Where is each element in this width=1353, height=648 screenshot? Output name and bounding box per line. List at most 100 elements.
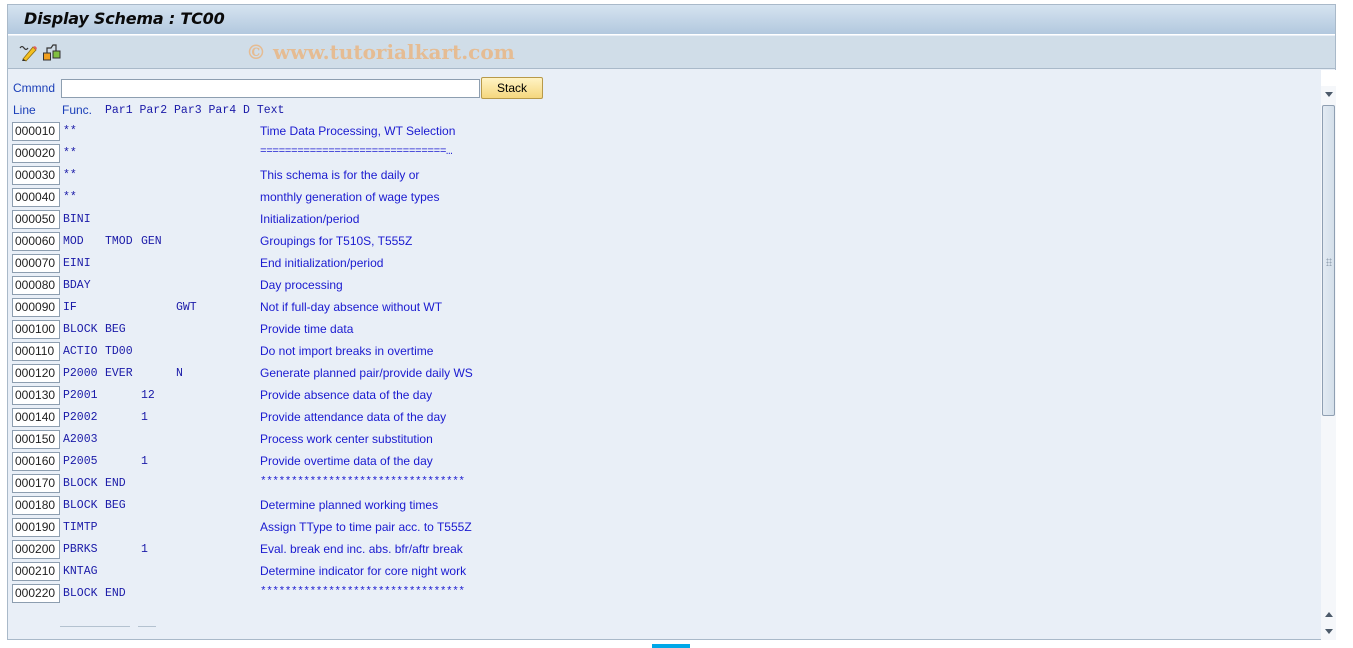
header-line: Line — [13, 103, 36, 117]
table-row: 000210 KNTAG Determine indicator for core … — [8, 561, 1320, 583]
scrollbar-corner — [1321, 70, 1336, 86]
scroll-down-button-top[interactable] — [1321, 87, 1336, 102]
table-row: 000060 MOD TMOD GEN Groupings for T510S, T55… — [8, 231, 1320, 253]
chevron-down-icon — [1324, 629, 1333, 634]
text-cell: Not if full-day absence without WT — [260, 300, 443, 314]
scroll-up-button[interactable] — [1321, 607, 1336, 622]
func-cell: IF — [63, 301, 77, 314]
par2-cell: 1 — [141, 411, 148, 424]
par3-cell: N — [176, 367, 183, 380]
line-number[interactable]: 000080 — [12, 276, 60, 295]
par1-cell: BEG — [105, 499, 126, 512]
stack-button[interactable]: Stack — [481, 77, 543, 99]
command-input[interactable] — [61, 79, 480, 98]
line-number[interactable]: 000060 — [12, 232, 60, 251]
bottom-accent — [652, 644, 690, 648]
func-cell: BLOCK — [63, 477, 98, 490]
text-cell: Day processing — [260, 278, 343, 292]
line-number[interactable]: 000150 — [12, 430, 60, 449]
func-cell: P2000 — [63, 367, 98, 380]
func-cell: BINI — [63, 213, 91, 226]
application-toolbar: © www.tutorialkart.com — [8, 36, 1335, 69]
scrollbar-thumb[interactable] — [1322, 105, 1335, 416]
scroll-down-button[interactable] — [1321, 624, 1336, 639]
display-change-icon[interactable] — [18, 42, 38, 62]
line-number[interactable]: 000010 — [12, 122, 60, 141]
func-cell: P2001 — [63, 389, 98, 402]
text-cell: Do not import breaks in overtime — [260, 344, 434, 358]
func-cell: ** — [63, 169, 77, 182]
line-number[interactable]: 000070 — [12, 254, 60, 273]
text-cell: Determine planned working times — [260, 498, 439, 512]
table-row: 000040 ** monthly generation of wage types — [8, 187, 1320, 209]
page-title: Display Schema : TC00 — [24, 9, 225, 28]
line-number[interactable]: 000090 — [12, 298, 60, 317]
table-row: 000200 PBRKS 1 Eval. break end inc. abs. bf… — [8, 539, 1320, 561]
func-cell: A2003 — [63, 433, 98, 446]
line-number[interactable]: 000120 — [12, 364, 60, 383]
table-row: 000110 ACTIO TD00 Do not import breaks in o… — [8, 341, 1320, 363]
func-cell: BLOCK — [63, 587, 98, 600]
text-cell: ********************************* — [260, 586, 465, 598]
func-cell: KNTAG — [63, 565, 98, 578]
par2-cell: 1 — [141, 455, 148, 468]
line-number[interactable]: 000100 — [12, 320, 60, 339]
line-number[interactable]: 000050 — [12, 210, 60, 229]
line-number[interactable]: 000040 — [12, 188, 60, 207]
table-row: 000160 P2005 1 Provide overtime data of the… — [8, 451, 1320, 473]
line-number[interactable]: 000140 — [12, 408, 60, 427]
table-row: 000070 EINI End initialization/period — [8, 253, 1320, 275]
par2-cell: 1 — [141, 543, 148, 556]
func-cell: ** — [63, 125, 77, 138]
func-cell: EINI — [63, 257, 91, 270]
par3-cell: GWT — [176, 301, 197, 314]
header-func: Func. — [62, 103, 93, 117]
table-row: 000080 BDAY Day processing — [8, 275, 1320, 297]
par2-cell: GEN — [141, 235, 162, 248]
vertical-scrollbar[interactable] — [1321, 70, 1336, 640]
table-row: 000140 P2002 1 Provide attendance data of t… — [8, 407, 1320, 429]
line-number[interactable]: 000220 — [12, 584, 60, 603]
line-number[interactable]: 000030 — [12, 166, 60, 185]
grip-icon — [1326, 258, 1332, 266]
par1-cell: BEG — [105, 323, 126, 336]
line-number[interactable]: 000020 — [12, 144, 60, 163]
table-row: 000150 A2003 Process work center substitut… — [8, 429, 1320, 451]
func-cell: P2002 — [63, 411, 98, 424]
line-number[interactable]: 000210 — [12, 562, 60, 581]
line-number[interactable]: 000170 — [12, 474, 60, 493]
func-cell: TIMTP — [63, 521, 98, 534]
chevron-down-icon — [1324, 92, 1333, 97]
line-number[interactable]: 000180 — [12, 496, 60, 515]
table-row: 000050 BINI Initialization/period — [8, 209, 1320, 231]
text-cell: Determine indicator for core night work — [260, 564, 467, 578]
text-cell: monthly generation of wage types — [260, 190, 440, 204]
schema-window: Display Schema : TC00 © www.tutorialkart… — [7, 4, 1336, 640]
text-cell: Groupings for T510S, T555Z — [260, 234, 413, 248]
par1-cell: END — [105, 587, 126, 600]
line-number[interactable]: 000110 — [12, 342, 60, 361]
func-cell: P2005 — [63, 455, 98, 468]
header-params: Par1 Par2 Par3 Par4 D Text — [105, 104, 285, 117]
par1-cell: TMOD — [105, 235, 133, 248]
line-number[interactable]: 000160 — [12, 452, 60, 471]
par1-cell: EVER — [105, 367, 133, 380]
table-row: 000180 BLOCK BEG Determine planned working … — [8, 495, 1320, 517]
par2-cell: 12 — [141, 389, 155, 402]
par1-cell: END — [105, 477, 126, 490]
line-number[interactable]: 000190 — [12, 518, 60, 537]
line-number[interactable]: 000200 — [12, 540, 60, 559]
input-underline — [138, 626, 156, 627]
watermark: © www.tutorialkart.com — [246, 40, 515, 64]
line-number[interactable]: 000130 — [12, 386, 60, 405]
command-label: Cmmnd — [13, 81, 56, 95]
chevron-up-icon — [1324, 612, 1333, 617]
text-cell: Provide attendance data of the day — [260, 410, 447, 424]
text-cell: Eval. break end inc. abs. bfr/aftr break — [260, 542, 463, 556]
text-cell: End initialization/period — [260, 256, 384, 270]
hierarchy-icon[interactable] — [42, 42, 62, 62]
table-row: 000010 ** Time Data Processing, WT Selecti… — [8, 121, 1320, 143]
text-cell: Assign TType to time pair acc. to T555Z — [260, 520, 472, 534]
text-cell: Generate planned pair/provide daily WS — [260, 366, 473, 380]
text-cell: Time Data Processing, WT Selection — [260, 124, 456, 138]
